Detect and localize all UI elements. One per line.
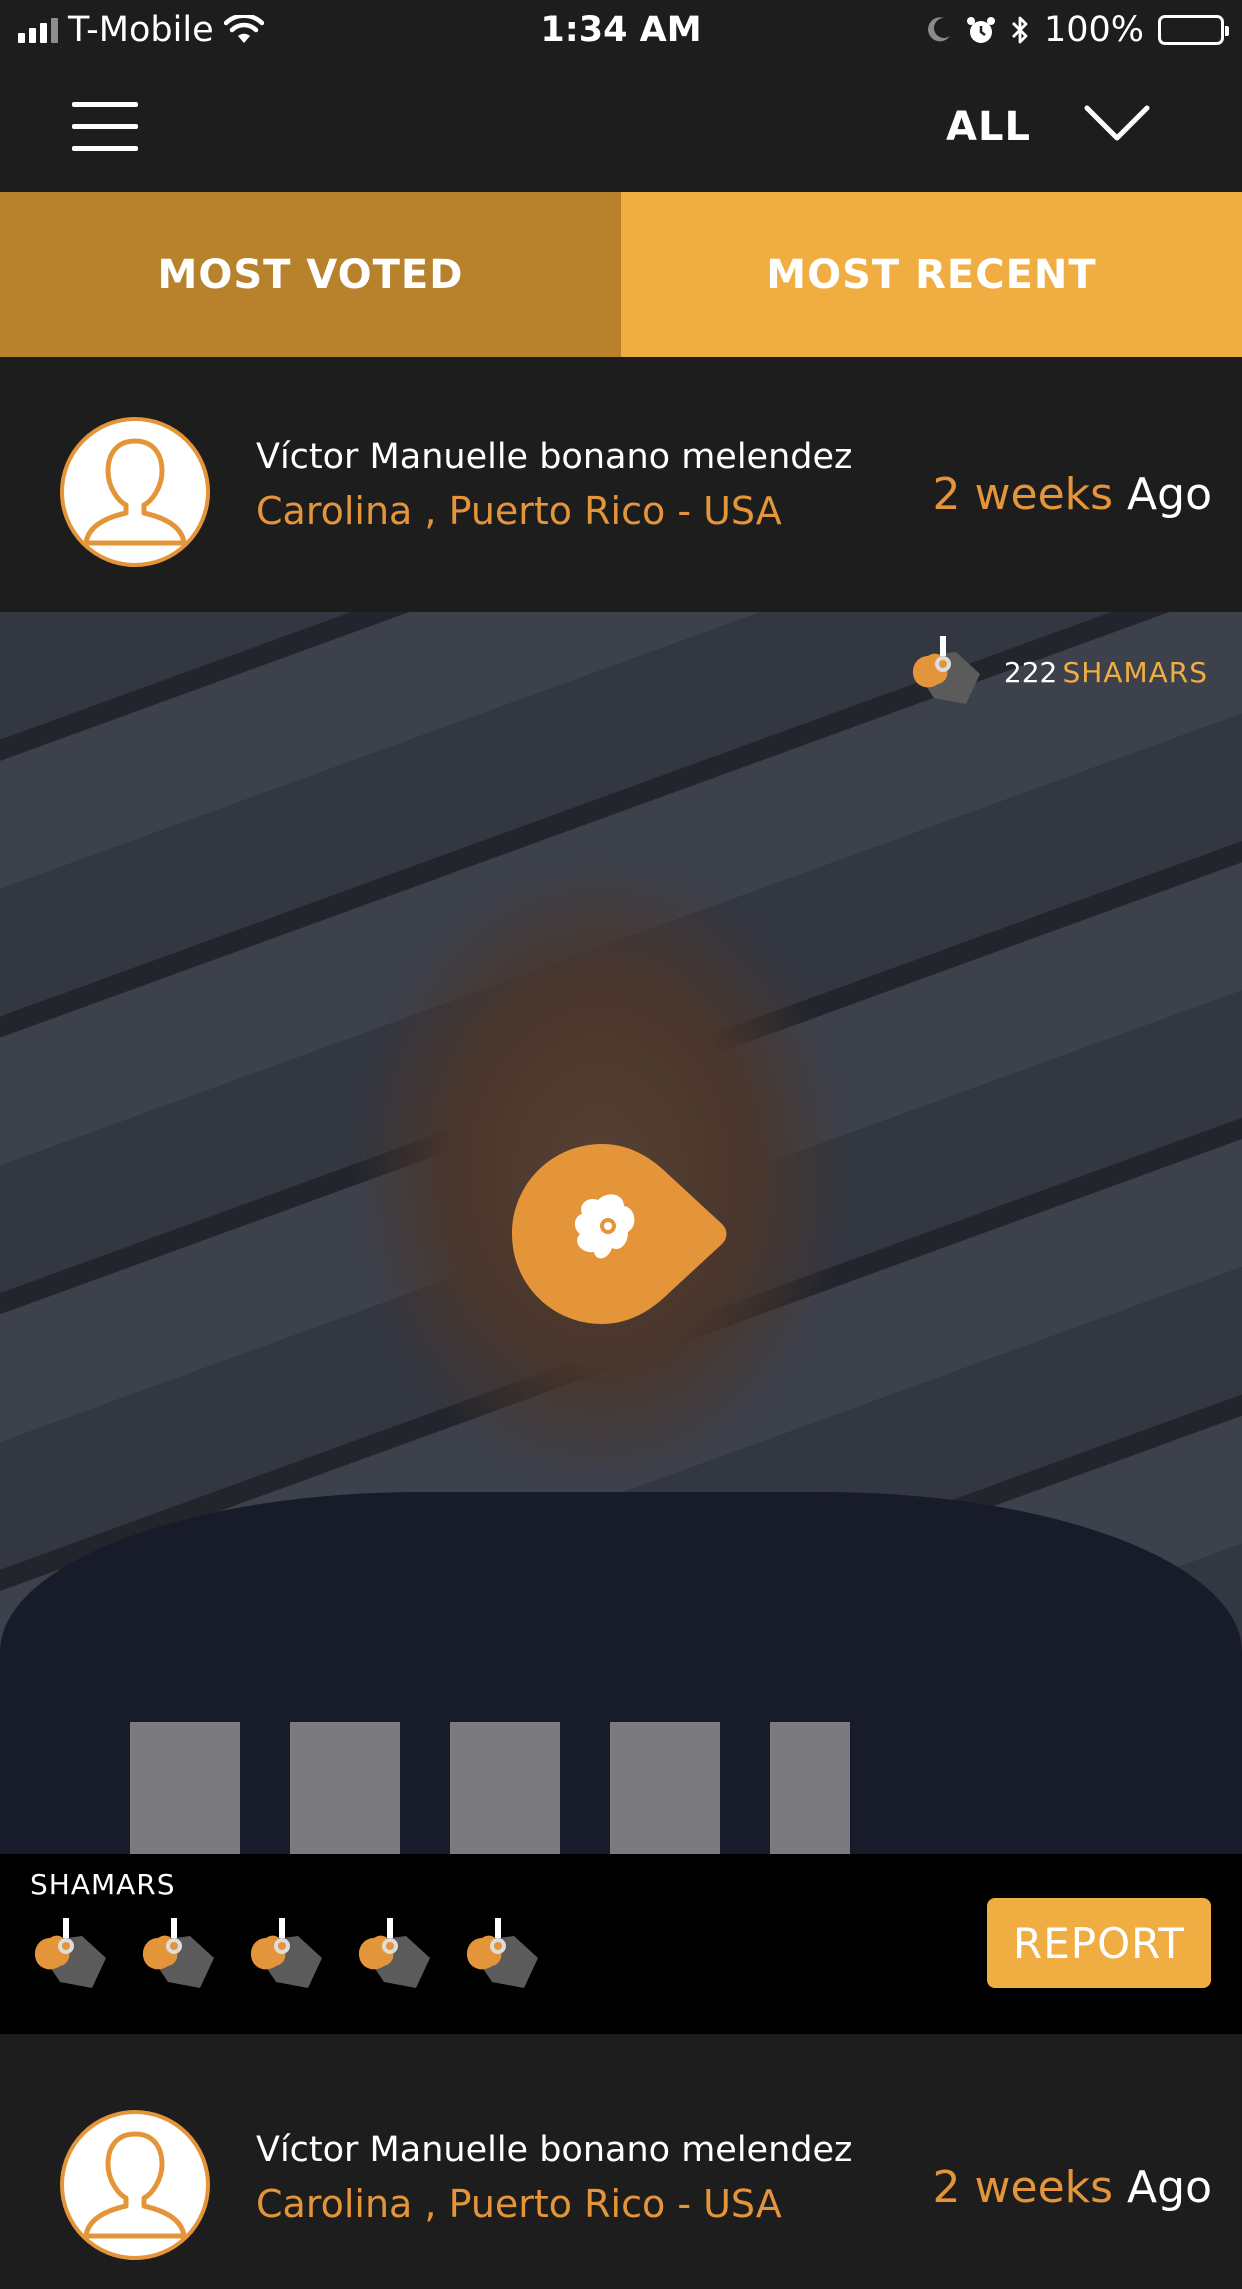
- post-author[interactable]: Víctor Manuelle bonano melendez: [256, 437, 852, 477]
- avatar[interactable]: [60, 2110, 210, 2260]
- sort-tabs: MOST VOTED MOST RECENT: [0, 192, 1242, 357]
- vote-count-unit: SHAMARS: [1062, 655, 1208, 689]
- battery-percent: 100%: [1043, 10, 1144, 50]
- post-header: Víctor Manuelle bonano melendez Carolina…: [0, 357, 1242, 612]
- post-photo[interactable]: 222 SHAMARS: [0, 612, 1242, 1854]
- post-time-suffix: Ago: [1113, 2162, 1212, 2213]
- chevron-down-icon[interactable]: [1082, 98, 1152, 148]
- post-time-value: 2 weeks: [932, 2162, 1114, 2213]
- alarm-icon: [966, 17, 995, 43]
- avatar[interactable]: [60, 417, 210, 567]
- shamar-mascot-icon[interactable]: [354, 1914, 434, 1994]
- post-time-value: 2 weeks: [932, 469, 1114, 520]
- battery-icon: [1158, 15, 1229, 45]
- post-time: 2 weeks Ago: [933, 2162, 1212, 2213]
- filter-label[interactable]: ALL: [946, 104, 1031, 150]
- shamars-label: SHAMARS: [30, 1868, 176, 1901]
- report-button[interactable]: REPORT: [987, 1898, 1211, 1988]
- vote-count-number: 222: [1003, 655, 1058, 689]
- post-header: Víctor Manuelle bonano melendez Carolina…: [0, 2034, 1242, 2289]
- top-nav: ALL: [0, 62, 1242, 192]
- post-time-suffix: Ago: [1113, 469, 1212, 520]
- shamar-mascot-icon[interactable]: [138, 1914, 218, 1994]
- tab-most-recent[interactable]: MOST RECENT: [621, 192, 1242, 357]
- shamar-mascot-icon[interactable]: [30, 1914, 110, 1994]
- shamars-bar: SHAMARS REPORT: [0, 1854, 1242, 2034]
- hamburger-menu-icon[interactable]: [72, 102, 138, 152]
- post-location: Carolina , Puerto Rico - USA: [256, 489, 782, 533]
- bluetooth-icon: [1011, 16, 1028, 44]
- vote-count: 222 SHAMARS: [906, 634, 1208, 710]
- person-placeholder-icon: [83, 438, 187, 546]
- shamar-mascot-icon: [912, 636, 980, 704]
- person-placeholder-icon: [83, 2131, 187, 2239]
- shamar-mascot-icon[interactable]: [462, 1914, 542, 1994]
- post-time: 2 weeks Ago: [933, 469, 1212, 520]
- shamar-icon-row: [30, 1914, 542, 1994]
- shamar-mascot-icon[interactable]: [246, 1914, 326, 1994]
- play-icon[interactable]: [512, 1144, 730, 1324]
- post-author[interactable]: Víctor Manuelle bonano melendez: [256, 2130, 852, 2170]
- status-right: 100%: [926, 10, 1229, 50]
- moon-icon: [927, 17, 950, 42]
- post-location: Carolina , Puerto Rico - USA: [256, 2182, 782, 2226]
- status-bar: T-Mobile 1:34 AM 100%: [0, 0, 1242, 62]
- tab-most-voted[interactable]: MOST VOTED: [0, 192, 621, 357]
